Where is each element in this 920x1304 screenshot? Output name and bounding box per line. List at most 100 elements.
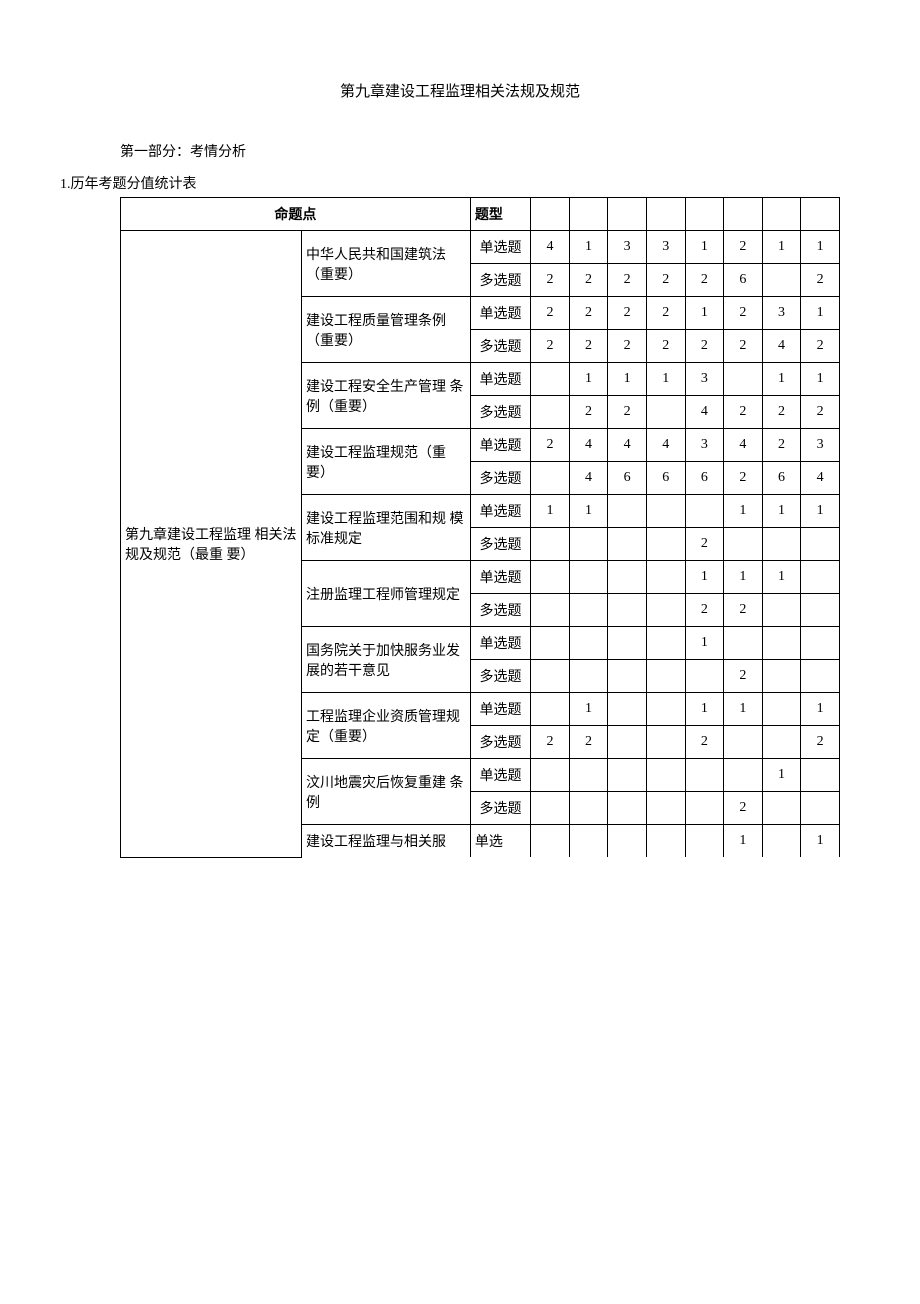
- value-cell: 2: [685, 330, 724, 363]
- value-cell: 2: [801, 330, 840, 363]
- value-cell: [531, 759, 570, 792]
- value-cell: [608, 528, 647, 561]
- value-cell: [646, 792, 685, 825]
- value-cell: 2: [685, 594, 724, 627]
- value-cell: [646, 825, 685, 858]
- value-cell: [608, 495, 647, 528]
- value-cell: [762, 825, 801, 858]
- value-cell: [608, 561, 647, 594]
- value-cell: [531, 363, 570, 396]
- value-cell: 1: [569, 231, 608, 264]
- value-cell: [608, 825, 647, 858]
- value-cell: 1: [685, 297, 724, 330]
- value-cell: [531, 825, 570, 858]
- value-cell: 2: [724, 792, 763, 825]
- qtype-cell: 单选题: [470, 495, 530, 528]
- value-cell: 3: [646, 231, 685, 264]
- value-cell: 2: [569, 297, 608, 330]
- value-cell: 1: [762, 495, 801, 528]
- value-cell: 3: [762, 297, 801, 330]
- value-cell: [531, 528, 570, 561]
- value-cell: 4: [762, 330, 801, 363]
- value-cell: 4: [801, 462, 840, 495]
- value-cell: [801, 759, 840, 792]
- value-cell: 1: [685, 561, 724, 594]
- value-cell: [569, 594, 608, 627]
- value-cell: 1: [531, 495, 570, 528]
- qtype-cell: 多选题: [470, 594, 530, 627]
- value-cell: 4: [531, 231, 570, 264]
- topic-cell: 中华人民共和国建筑法（重要）: [301, 231, 470, 297]
- value-cell: 1: [762, 363, 801, 396]
- value-cell: [531, 561, 570, 594]
- value-cell: 2: [646, 297, 685, 330]
- value-cell: [762, 528, 801, 561]
- value-cell: 4: [685, 396, 724, 429]
- value-cell: 2: [724, 660, 763, 693]
- value-cell: 1: [801, 495, 840, 528]
- value-cell: 2: [762, 429, 801, 462]
- value-cell: 2: [531, 264, 570, 297]
- qtype-cell: 多选题: [470, 528, 530, 561]
- value-cell: [724, 363, 763, 396]
- col-header-topic: 命题点: [121, 198, 471, 231]
- value-cell: 1: [801, 231, 840, 264]
- value-cell: [762, 660, 801, 693]
- qtype-cell: 单选题: [470, 429, 530, 462]
- col-header-year: [685, 198, 724, 231]
- value-cell: [646, 759, 685, 792]
- value-cell: [531, 627, 570, 660]
- topic-cell: 建设工程监理范围和规 模标准规定: [301, 495, 470, 561]
- value-cell: 1: [724, 693, 763, 726]
- col-header-year: [762, 198, 801, 231]
- value-cell: 2: [724, 330, 763, 363]
- value-cell: [569, 792, 608, 825]
- value-cell: 2: [569, 264, 608, 297]
- value-cell: 1: [569, 495, 608, 528]
- value-cell: [608, 693, 647, 726]
- value-cell: [724, 528, 763, 561]
- value-cell: 4: [569, 429, 608, 462]
- col-header-year: [531, 198, 570, 231]
- topic-cell: 注册监理工程师管理规定: [301, 561, 470, 627]
- value-cell: [569, 759, 608, 792]
- topic-cell: 国务院关于加快服务业发展的若干意见: [301, 627, 470, 693]
- topic-cell: 建设工程质量管理条例（重要）: [301, 297, 470, 363]
- value-cell: [685, 759, 724, 792]
- value-cell: [685, 825, 724, 858]
- topic-cell: 汶川地震灾后恢复重建 条例: [301, 759, 470, 825]
- value-cell: 1: [646, 363, 685, 396]
- value-cell: 1: [801, 363, 840, 396]
- value-cell: 2: [801, 264, 840, 297]
- value-cell: 1: [724, 495, 763, 528]
- value-cell: 2: [724, 462, 763, 495]
- value-cell: [762, 264, 801, 297]
- col-header-year: [801, 198, 840, 231]
- value-cell: 2: [646, 264, 685, 297]
- value-cell: [531, 693, 570, 726]
- value-cell: [762, 726, 801, 759]
- qtype-cell: 多选题: [470, 330, 530, 363]
- value-cell: [608, 627, 647, 660]
- value-cell: 6: [685, 462, 724, 495]
- value-cell: [685, 495, 724, 528]
- col-header-year: [569, 198, 608, 231]
- value-cell: [646, 528, 685, 561]
- value-cell: [646, 594, 685, 627]
- value-cell: [724, 759, 763, 792]
- value-cell: [801, 594, 840, 627]
- value-cell: 6: [608, 462, 647, 495]
- value-cell: 2: [608, 396, 647, 429]
- value-cell: 2: [531, 726, 570, 759]
- value-cell: [646, 693, 685, 726]
- value-cell: [724, 627, 763, 660]
- value-cell: 2: [801, 396, 840, 429]
- topic-cell: 建设工程监理与相关服: [301, 825, 470, 858]
- value-cell: [646, 660, 685, 693]
- value-cell: 3: [801, 429, 840, 462]
- qtype-cell: 单选题: [470, 693, 530, 726]
- value-cell: [646, 495, 685, 528]
- value-cell: 2: [569, 396, 608, 429]
- value-cell: 1: [762, 561, 801, 594]
- value-cell: [531, 660, 570, 693]
